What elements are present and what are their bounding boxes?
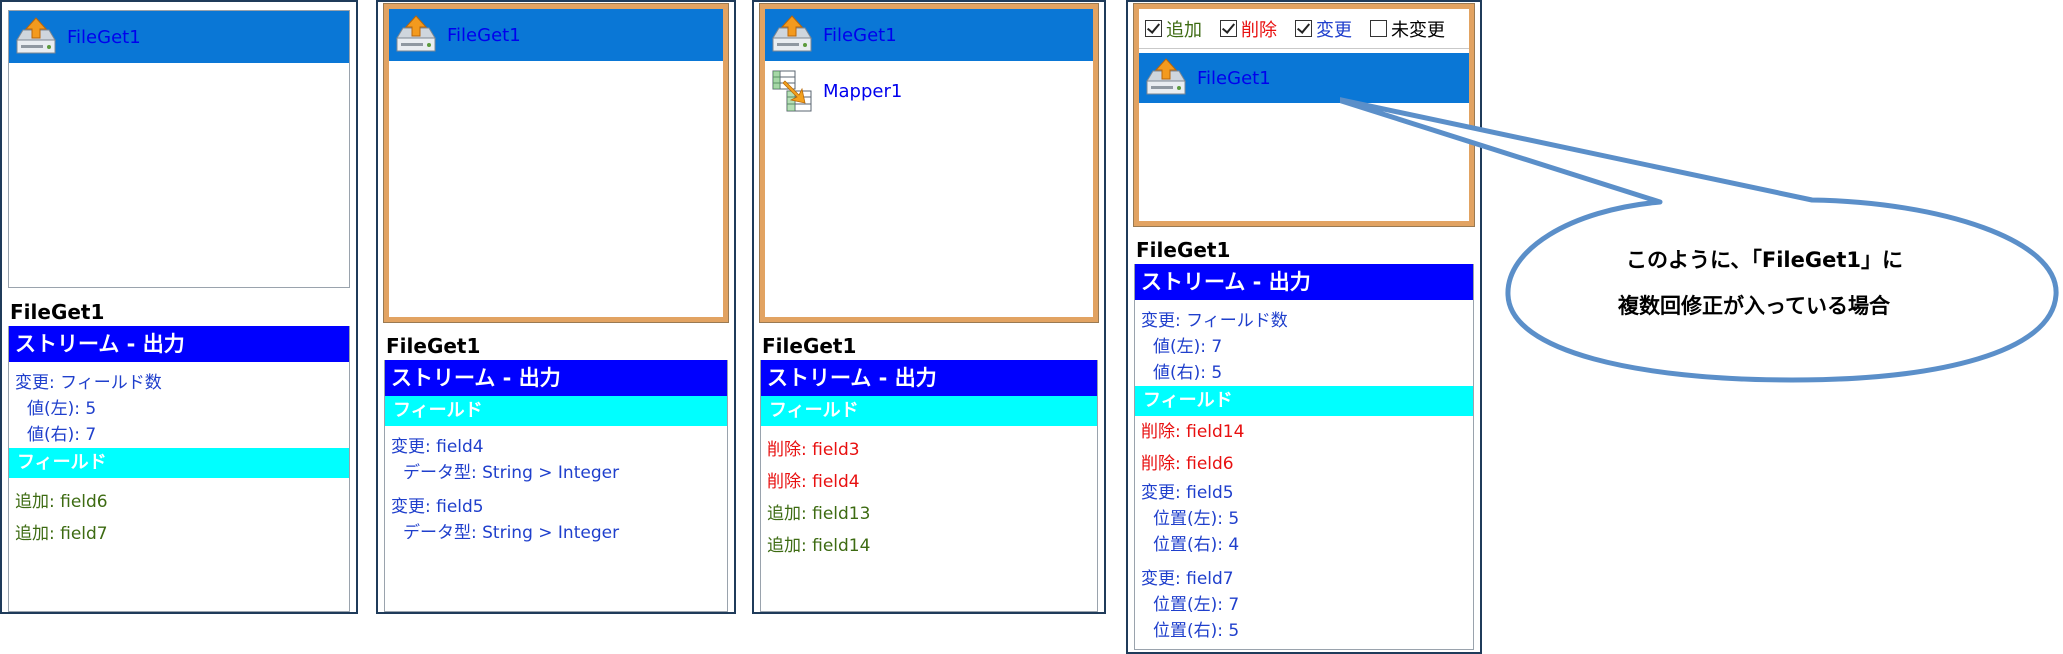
- checkbox-label: 削除: [1241, 19, 1277, 41]
- right-value: 値(右): 7: [27, 425, 97, 445]
- filter-change-checkbox[interactable]: 変更: [1295, 16, 1352, 42]
- node-label: FileGet1: [1197, 67, 1271, 89]
- callout-line-2: 複数回修正が入っている場合: [1618, 294, 1890, 318]
- detail-pane: FileGet1 ストリーム - 出力 フィールド 変更: field4 データ…: [384, 332, 728, 612]
- checkbox-icon[interactable]: [1220, 20, 1237, 37]
- position-left: 位置(左): 7: [1153, 595, 1240, 615]
- filter-unchanged-checkbox[interactable]: 未変更: [1370, 16, 1445, 42]
- upload-disk-icon: [13, 16, 59, 58]
- upload-disk-icon: [393, 14, 439, 56]
- mapper-table-icon: [769, 67, 815, 115]
- panel-2: FileGet1 FileGet1 ストリーム - 出力 フィールド 変更: f…: [376, 0, 736, 614]
- tree-node-fileget1[interactable]: FileGet1: [389, 9, 723, 61]
- filter-checkbox-row: 追加 削除 変更 未変更: [1139, 9, 1469, 49]
- position-left: 位置(左): 5: [1153, 509, 1240, 529]
- change-field: 変更: field4: [391, 437, 484, 457]
- change-label: 変更: フィールド数: [15, 373, 162, 393]
- filter-add-checkbox[interactable]: 追加: [1145, 16, 1202, 42]
- stream-header: ストリーム - 出力: [761, 360, 1097, 396]
- change-type: データ型: String > Integer: [403, 463, 620, 483]
- detail-title: FileGet1: [762, 334, 857, 358]
- change-field: 変更: field7: [1141, 569, 1234, 589]
- callout-line-1: このように、「FileGet1」に: [1626, 248, 1903, 272]
- change-type: データ型: String > Integer: [403, 523, 620, 543]
- field-header: フィールド: [9, 448, 349, 478]
- detail-title: FileGet1: [10, 300, 105, 324]
- checkbox-label: 未変更: [1391, 19, 1445, 41]
- tree-node-fileget1[interactable]: FileGet1: [765, 9, 1093, 61]
- checkbox-icon[interactable]: [1145, 20, 1162, 37]
- node-label: FileGet1: [447, 24, 521, 46]
- tree-node-mapper1[interactable]: Mapper1: [765, 61, 1093, 121]
- filter-delete-checkbox[interactable]: 削除: [1220, 16, 1277, 42]
- position-right: 位置(右): 4: [1153, 535, 1240, 555]
- checkbox-label: 変更: [1316, 19, 1352, 41]
- checkbox-icon[interactable]: [1295, 20, 1312, 37]
- tree-view[interactable]: FileGet1: [8, 10, 350, 288]
- field-delete: 削除: field14: [1141, 422, 1245, 442]
- node-label: FileGet1: [67, 26, 141, 48]
- field-add: 追加: field6: [15, 492, 108, 512]
- panel-1: FileGet1 FileGet1 ストリーム - 出力 変更: フィールド数 …: [0, 0, 358, 614]
- detail-title: FileGet1: [386, 334, 481, 358]
- upload-disk-icon: [1143, 57, 1189, 99]
- checkbox-icon[interactable]: [1370, 20, 1387, 37]
- position-right: 位置(右): 5: [1153, 621, 1240, 641]
- callout-bubble: [1340, 97, 2059, 383]
- checkbox-label: 追加: [1166, 19, 1202, 41]
- field-header: フィールド: [385, 396, 727, 426]
- field-add: 追加: field14: [767, 536, 871, 556]
- detail-body: ストリーム - 出力 フィールド 変更: field4 データ型: String…: [384, 360, 728, 612]
- left-value: 値(左): 5: [27, 399, 97, 419]
- stream-header: ストリーム - 出力: [385, 360, 727, 396]
- field-add: 追加: field7: [15, 524, 108, 544]
- field-delete: 削除: field6: [1141, 454, 1234, 474]
- field-header: フィールド: [761, 396, 1097, 426]
- detail-pane: FileGet1 ストリーム - 出力 フィールド 削除: field3 削除:…: [760, 332, 1098, 612]
- field-add: 追加: field13: [767, 504, 871, 524]
- tree-node-fileget1[interactable]: FileGet1: [9, 11, 349, 63]
- detail-pane: FileGet1 ストリーム - 出力 変更: フィールド数 値(左): 5 値…: [8, 298, 350, 612]
- upload-disk-icon: [769, 14, 815, 56]
- tree-view[interactable]: FileGet1 Mapper1: [759, 3, 1099, 323]
- tree-view[interactable]: FileGet1: [383, 3, 729, 323]
- detail-body: ストリーム - 出力 変更: フィールド数 値(左): 5 値(右): 7 フィ…: [8, 326, 350, 612]
- stream-header: ストリーム - 出力: [9, 326, 349, 362]
- change-field: 変更: field5: [1141, 483, 1234, 503]
- field-delete: 削除: field4: [767, 472, 860, 492]
- panel-3: FileGet1 Mapper1 FileGet1 ストリーム - 出力 フィー…: [752, 0, 1106, 614]
- field-header: フィールド: [1135, 386, 1473, 416]
- change-field: 変更: field5: [391, 497, 484, 517]
- detail-body: ストリーム - 出力 フィールド 削除: field3 削除: field4 追…: [760, 360, 1098, 612]
- node-label: Mapper1: [823, 80, 903, 102]
- node-label: FileGet1: [823, 24, 897, 46]
- field-delete: 削除: field3: [767, 440, 860, 460]
